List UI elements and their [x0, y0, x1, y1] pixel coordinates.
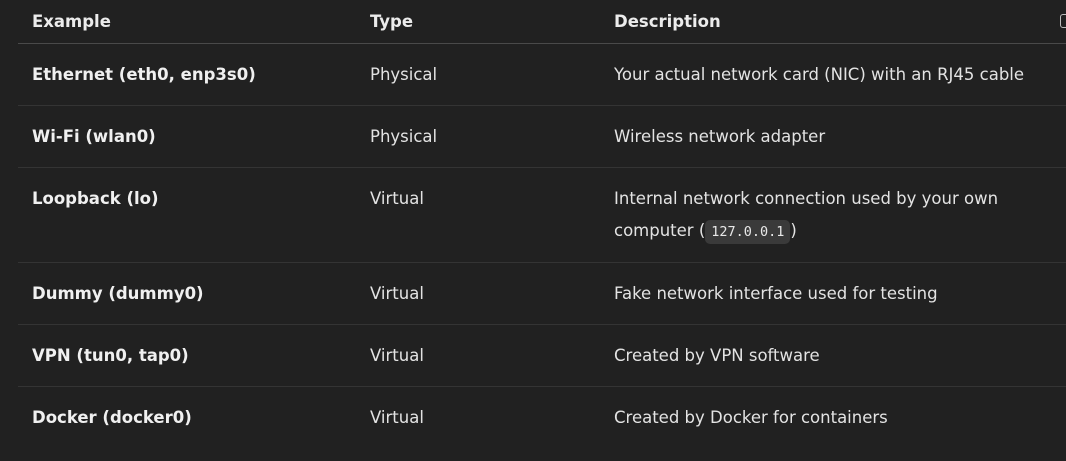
- cell-example: Docker (docker0): [32, 408, 192, 427]
- cell-description: Created by VPN software: [600, 324, 1066, 387]
- cell-type: Virtual: [370, 408, 424, 427]
- cell-example: Loopback (lo): [18, 167, 356, 263]
- table-header-row: Example Type Description: [18, 0, 1066, 44]
- table-row: Docker (docker0) Virtual Created by Docker…: [18, 387, 1066, 449]
- cell-type: Physical: [356, 43, 600, 106]
- network-interfaces-table: Example Type Description Ethernet (eth0,…: [18, 0, 1066, 448]
- description-text: Internal network connection used by your…: [614, 189, 999, 240]
- inline-code: 127.0.0.1: [705, 220, 791, 244]
- table-row: VPN (tun0, tap0) Virtual Created by VPN so…: [18, 324, 1066, 387]
- header-type: Type: [356, 0, 600, 44]
- cell-example: Ethernet (eth0, enp3s0): [18, 43, 356, 106]
- description-text-after: ): [790, 221, 797, 240]
- cell-type: Virtual: [356, 324, 600, 387]
- cell-description: Internal network connection used by your…: [600, 167, 1066, 263]
- cell-type: Physical: [356, 105, 600, 168]
- table-row: Loopback (lo) Virtual Internal network con…: [18, 167, 1066, 263]
- cell-description: Fake network interface used for testing: [600, 262, 1066, 325]
- interfaces-table-container: Example Type Description Ethernet (eth0,…: [18, 0, 1066, 461]
- table-row: Ethernet (eth0, enp3s0) Physical Your actu…: [18, 43, 1066, 106]
- cell-example: Dummy (dummy0): [18, 262, 356, 325]
- cell-example: VPN (tun0, tap0): [18, 324, 356, 387]
- description-text: Wireless network adapter: [614, 127, 826, 146]
- description-text: Fake network interface used for testing: [614, 284, 938, 303]
- description-text: Your actual network card (NIC) with an R…: [614, 65, 1025, 84]
- cell-type: Virtual: [356, 167, 600, 263]
- cell-type: Virtual: [356, 262, 600, 325]
- copy-icon[interactable]: [1060, 14, 1066, 28]
- description-text: Created by Docker for containers: [614, 408, 888, 427]
- cell-example: Wi-Fi (wlan0): [18, 105, 356, 168]
- cell-description: Created by Docker for containers: [600, 387, 1066, 449]
- header-example: Example: [18, 0, 356, 44]
- table-row: Wi-Fi (wlan0) Physical Wireless network ad…: [18, 105, 1066, 168]
- description-text: Created by VPN software: [614, 346, 820, 365]
- cell-description: Wireless network adapter: [600, 105, 1066, 168]
- header-description: Description: [600, 0, 1066, 44]
- cell-description: Your actual network card (NIC) with an R…: [600, 43, 1066, 106]
- table-row: Dummy (dummy0) Virtual Fake network interf…: [18, 262, 1066, 325]
